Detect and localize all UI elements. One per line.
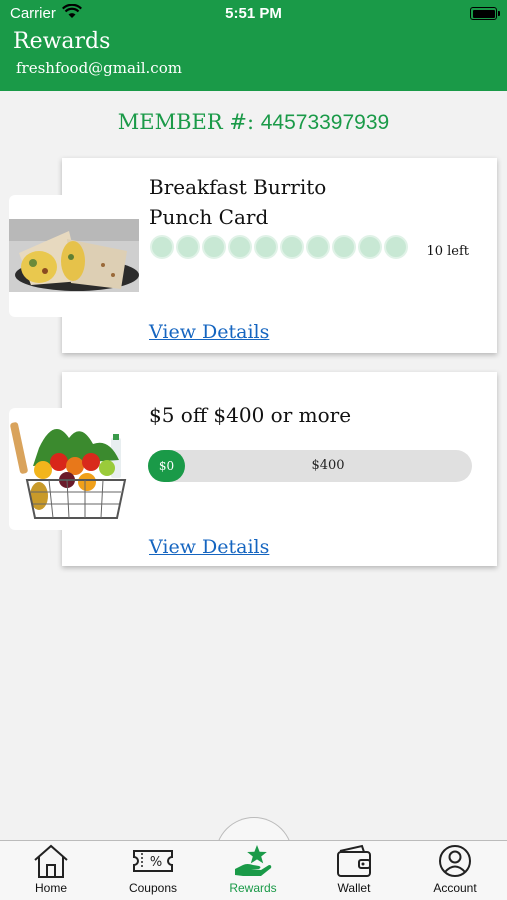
punch-track (150, 235, 408, 259)
tab-home[interactable]: Home (6, 843, 96, 895)
punch-slot (254, 235, 278, 259)
spend-progress-bar: $400 $0 (148, 450, 472, 482)
tab-home-label: Home (34, 881, 67, 895)
battery-icon (470, 7, 500, 20)
spend-reward-title: $5 off $400 or more (149, 403, 352, 427)
punch-slot (332, 235, 356, 259)
member-label: MEMBER #: (117, 110, 255, 134)
punch-slot (280, 235, 304, 259)
tab-account[interactable]: Account (410, 843, 500, 895)
tab-wallet[interactable]: Wallet (309, 843, 399, 895)
tab-rewards[interactable]: Rewards (208, 843, 298, 895)
app-header: Rewards freshfood@gmail.com (0, 26, 507, 91)
burrito-image (9, 195, 139, 317)
punch-slot (202, 235, 226, 259)
view-details-link[interactable]: View Details (149, 536, 269, 558)
progress-current-badge: $0 (148, 450, 185, 482)
status-bar: Carrier 5:51 PM (0, 0, 507, 26)
tab-rewards-label: Rewards (229, 881, 277, 895)
account-icon (439, 845, 471, 877)
wallet-icon (337, 844, 371, 877)
punch-slot (358, 235, 382, 259)
punch-slot (150, 235, 174, 259)
page-title: Rewards (13, 29, 111, 54)
punch-card-title: Breakfast Burrito Punch Card (149, 175, 327, 229)
tab-coupons[interactable]: % Coupons (108, 843, 198, 895)
view-details-link[interactable]: View Details (149, 321, 269, 343)
member-number: 44573397939 (260, 111, 390, 134)
status-time: 5:51 PM (225, 5, 282, 22)
progress-goal-label: $400 (311, 458, 345, 473)
punch-slot (176, 235, 200, 259)
member-number-row: MEMBER #: 44573397939 (0, 110, 507, 135)
rewards-icon (235, 845, 272, 876)
punch-slot (384, 235, 408, 259)
home-icon (34, 844, 68, 878)
tab-account-label: Account (433, 881, 477, 895)
punch-slot (228, 235, 252, 259)
punch-slot (306, 235, 330, 259)
coupon-icon: % (133, 850, 173, 872)
punches-left-label: 10 left (426, 244, 469, 259)
tab-coupons-label: Coupons (128, 881, 178, 895)
tab-wallet-label: Wallet (337, 881, 371, 895)
user-email: freshfood@gmail.com (16, 59, 182, 77)
svg-text:%: % (150, 855, 162, 870)
grocery-basket-image (9, 408, 139, 530)
